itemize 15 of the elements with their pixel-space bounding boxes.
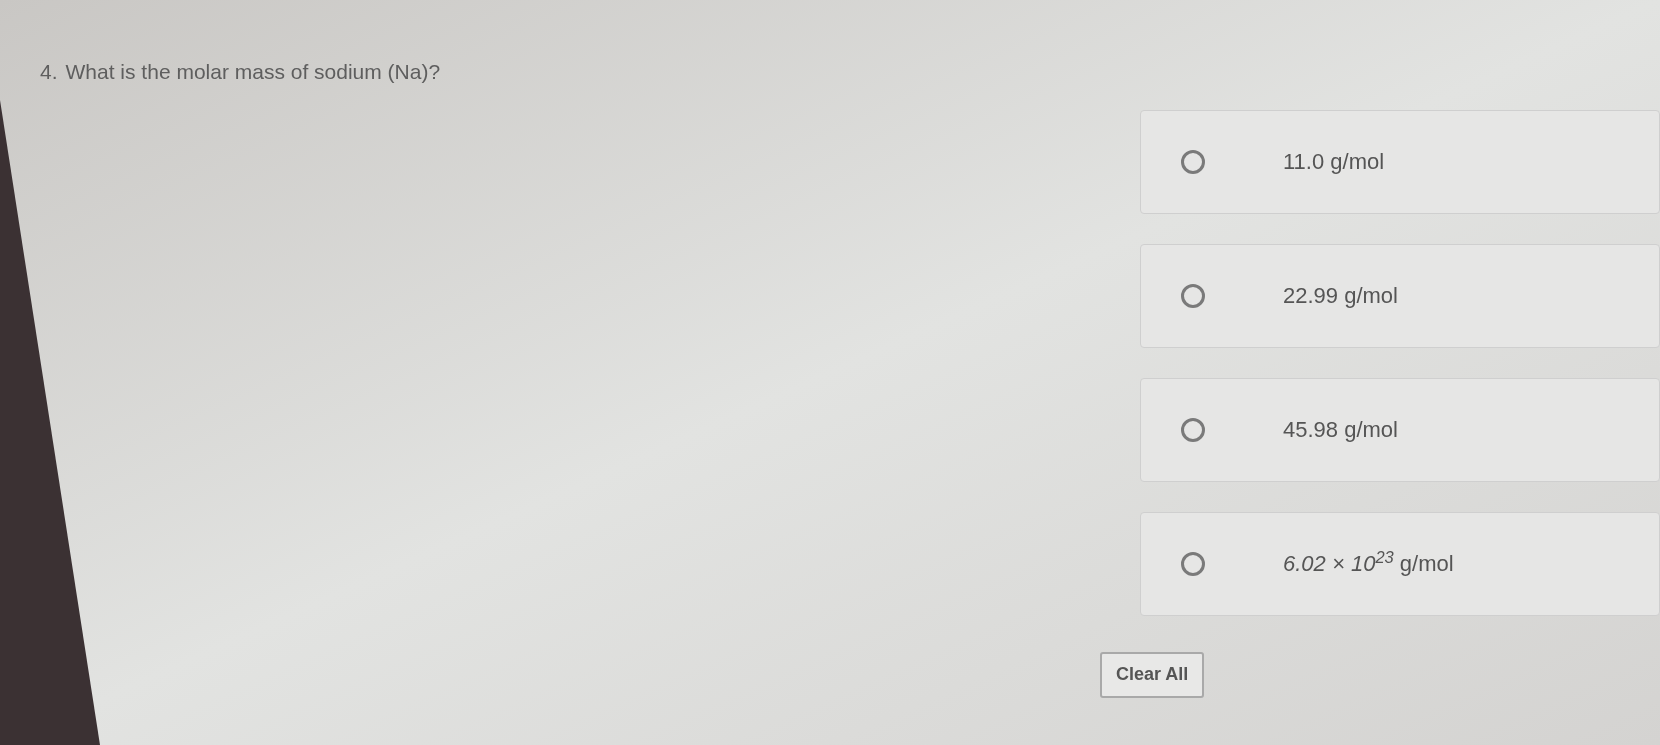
radio-button[interactable] — [1181, 149, 1205, 174]
option-text: 11.0 g/mol — [1283, 148, 1385, 176]
question-number: 4. — [40, 59, 58, 85]
question-text: What is the molar mass of sodium (Na)? — [65, 59, 441, 85]
option-text: 45.98 g/mol — [1283, 416, 1398, 444]
option-text: 22.99 g/mol — [1283, 282, 1398, 310]
radio-button[interactable] — [1181, 551, 1205, 576]
radio-button[interactable] — [1181, 283, 1205, 308]
radio-button[interactable] — [1181, 417, 1205, 442]
answer-option[interactable]: 22.99 g/mol — [1140, 243, 1660, 348]
answer-option[interactable]: 6.02 × 10$^{23}$ g/mol — [1140, 511, 1660, 616]
option-text: 6.02 × 10$^{23}$ g/mol — [1283, 547, 1454, 578]
clear-all-button[interactable]: Clear All — [1100, 651, 1205, 698]
answer-option[interactable]: 45.98 g/mol — [1140, 377, 1660, 482]
answer-option[interactable]: 11.0 g/mol — [1140, 109, 1660, 214]
